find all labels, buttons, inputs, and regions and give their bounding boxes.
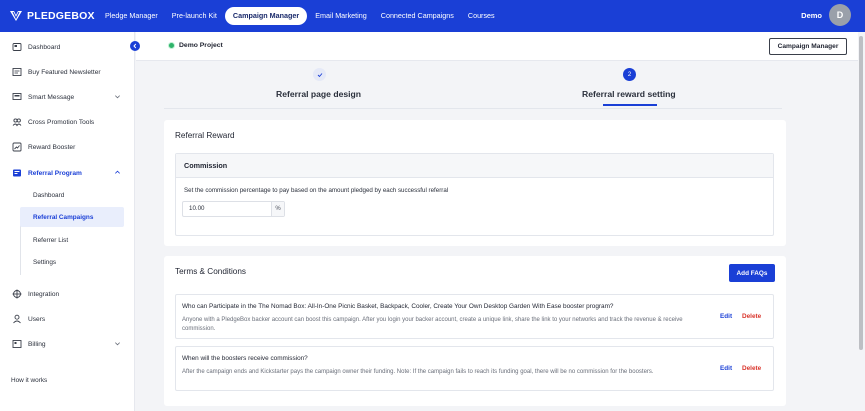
- commission-section: Commission Set the commission percentage…: [175, 153, 774, 236]
- sidebar-item-cross-promotion[interactable]: Cross Promotion Tools: [0, 112, 135, 132]
- active-step-underline: [603, 104, 657, 106]
- nav-campaign-manager[interactable]: Campaign Manager: [224, 7, 308, 25]
- step-indicator: Referral page design 2 Referral reward s…: [136, 61, 865, 113]
- scrollbar-thumb[interactable]: [859, 36, 863, 350]
- project-indicator: Demo Project: [168, 42, 223, 49]
- user-menu[interactable]: Demo D: [801, 4, 851, 26]
- chevron-down-icon[interactable]: [114, 340, 121, 347]
- sidebar-collapse-button[interactable]: [130, 41, 140, 51]
- how-it-works-link[interactable]: How it works: [11, 377, 47, 384]
- sidebar-subitem-referrer-list[interactable]: Referrer List: [20, 230, 124, 250]
- add-faqs-button[interactable]: Add FAQs: [729, 264, 775, 282]
- people-icon: [11, 117, 22, 128]
- sidebar-item-label: Reward Booster: [28, 143, 76, 151]
- faq-item: Who can Participate in the The Nomad Box…: [175, 294, 774, 339]
- sidebar-item-label: Referral Program: [28, 169, 82, 177]
- terms-card: Terms & Conditions Add FAQs Who can Part…: [164, 256, 786, 406]
- project-name: Demo Project: [179, 42, 223, 49]
- faq-question: When will the boosters receive commissio…: [182, 355, 308, 362]
- brand-logo[interactable]: PLEDGEBOX: [9, 10, 99, 22]
- main-nav: Pledge Manager Pre-launch Kit Campaign M…: [99, 0, 503, 32]
- nav-connected-campaigns[interactable]: Connected Campaigns: [375, 7, 460, 25]
- sidebar-item-reward-booster[interactable]: Reward Booster: [0, 137, 135, 157]
- user-icon: [11, 314, 22, 325]
- message-icon: [11, 92, 22, 103]
- nav-pre-launch-kit[interactable]: Pre-launch Kit: [166, 7, 223, 25]
- faq-delete-button[interactable]: Delete: [742, 365, 761, 372]
- chevron-left-icon: [133, 43, 137, 49]
- step-2-current[interactable]: 2: [623, 68, 636, 81]
- step-2-label[interactable]: Referral reward setting: [582, 89, 676, 99]
- faq-item: When will the boosters receive commissio…: [175, 346, 774, 391]
- sidebar-item-label: Buy Featured Newsletter: [28, 68, 101, 76]
- terms-title: Terms & Conditions: [175, 267, 246, 276]
- sidebar-item-users[interactable]: Users: [0, 309, 135, 329]
- sidebar-item-label: Cross Promotion Tools: [28, 118, 95, 126]
- sidebar: Dashboard Buy Featured Newsletter Smart …: [0, 32, 135, 411]
- sidebar-item-label: Integration: [28, 290, 60, 298]
- sidebar-item-label: Users: [28, 315, 46, 323]
- check-icon: [317, 72, 322, 77]
- page-header: Demo Project Campaign Manager: [136, 32, 865, 61]
- commission-description: Set the commission percentage to pay bas…: [184, 187, 449, 194]
- referral-reward-card: Referral Reward Commission Set the commi…: [164, 120, 786, 246]
- sidebar-item-integration[interactable]: Integration: [0, 284, 135, 304]
- percent-unit: %: [271, 202, 284, 216]
- referral-icon: [11, 168, 22, 179]
- user-name: Demo: [801, 10, 822, 20]
- faq-edit-button[interactable]: Edit: [720, 313, 732, 320]
- chevron-down-icon[interactable]: [114, 93, 121, 100]
- avatar[interactable]: D: [829, 4, 851, 26]
- sidebar-item-newsletter[interactable]: Buy Featured Newsletter: [0, 62, 135, 82]
- integration-icon: [11, 289, 22, 300]
- newsletter-icon: [11, 67, 22, 78]
- faq-delete-button[interactable]: Delete: [742, 313, 761, 320]
- sidebar-item-billing[interactable]: Billing: [0, 334, 135, 354]
- sidebar-item-dashboard[interactable]: Dashboard: [0, 37, 135, 57]
- campaign-manager-button[interactable]: Campaign Manager: [769, 38, 847, 55]
- brand-name: PLEDGEBOX: [27, 10, 95, 22]
- top-navbar: PLEDGEBOX Pledge Manager Pre-launch Kit …: [0, 0, 865, 32]
- pledgebox-logo-icon: [10, 11, 22, 21]
- billing-icon: [11, 339, 22, 350]
- sidebar-subitem-referral-campaigns[interactable]: Referral Campaigns: [20, 207, 124, 227]
- referral-reward-title: Referral Reward: [175, 131, 235, 140]
- commission-input-group: 10.00 %: [182, 201, 285, 217]
- chart-icon: [11, 142, 22, 153]
- sidebar-item-label: Smart Message: [28, 93, 75, 101]
- chevron-up-icon[interactable]: [114, 169, 121, 176]
- nav-pledge-manager[interactable]: Pledge Manager: [99, 7, 164, 25]
- commission-input[interactable]: 10.00: [183, 202, 271, 216]
- nav-email-marketing[interactable]: Email Marketing: [309, 7, 373, 25]
- sidebar-item-referral-program[interactable]: Referral Program: [0, 163, 135, 183]
- sidebar-item-smart-message[interactable]: Smart Message: [0, 87, 135, 107]
- status-dot-icon: [168, 42, 175, 49]
- faq-answer: Anyone with a PledgeBox backer account c…: [182, 317, 683, 332]
- step-1-complete[interactable]: [313, 68, 326, 81]
- sidebar-subitem-dashboard[interactable]: Dashboard: [20, 185, 124, 205]
- faq-question: Who can Participate in the The Nomad Box…: [182, 303, 614, 310]
- sidebar-item-label: Dashboard: [28, 43, 61, 51]
- steps-divider: [164, 108, 782, 109]
- faq-edit-button[interactable]: Edit: [720, 365, 732, 372]
- dashboard-icon: [11, 42, 22, 53]
- commission-title: Commission: [176, 154, 773, 178]
- sidebar-item-label: Billing: [28, 340, 46, 348]
- faq-answer: After the campaign ends and Kickstarter …: [182, 369, 654, 375]
- step-1-label[interactable]: Referral page design: [276, 89, 361, 99]
- sidebar-subitem-settings[interactable]: Settings: [20, 252, 124, 272]
- nav-courses[interactable]: Courses: [462, 7, 501, 25]
